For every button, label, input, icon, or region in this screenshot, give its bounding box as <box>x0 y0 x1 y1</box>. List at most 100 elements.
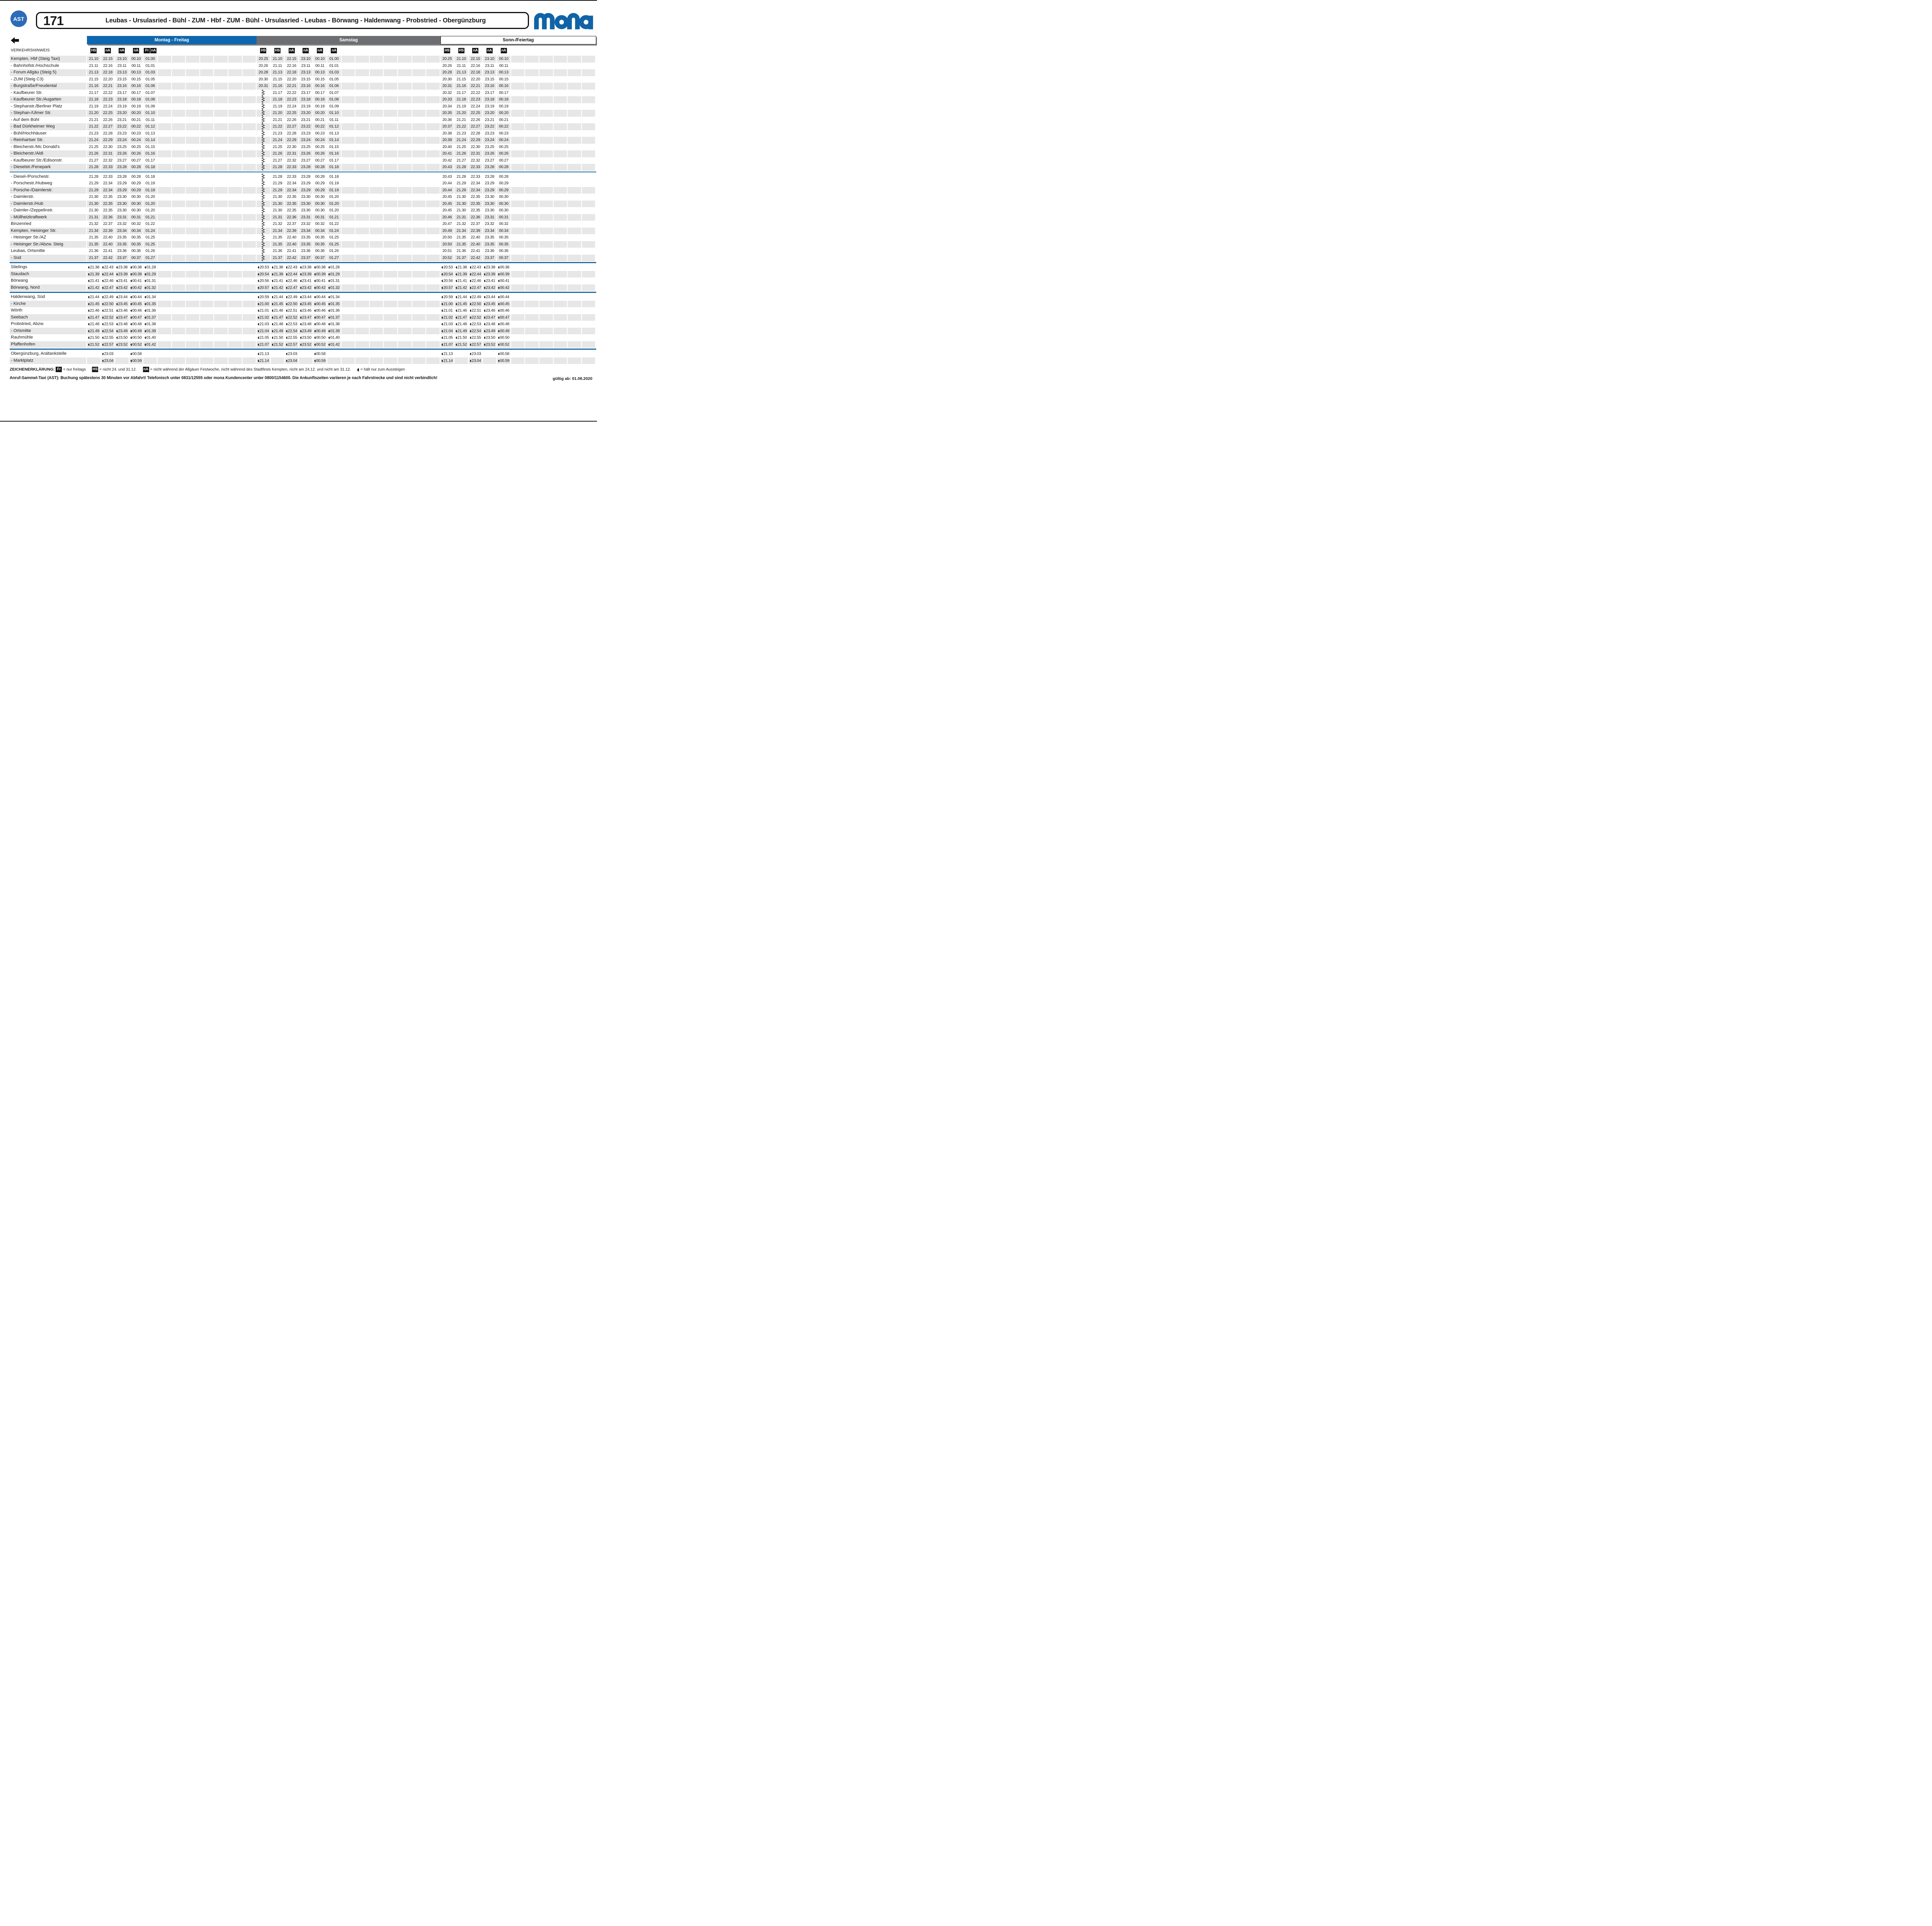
time-cell <box>355 63 370 70</box>
time-cell: 22.32 <box>469 157 483 164</box>
time-cell: ◖22.49 <box>469 294 483 301</box>
time-cell <box>384 110 398 117</box>
time-cell: 23.13 <box>299 69 313 76</box>
time-cell: ◖21.42 <box>271 284 285 291</box>
time-cell <box>412 144 427 151</box>
time-cell: 21.25 <box>271 144 285 151</box>
exit-only-icon: ◖ <box>314 295 316 299</box>
time-cell <box>158 69 172 76</box>
badge-cell <box>370 48 384 54</box>
time-cell: 00.10 <box>497 56 511 63</box>
time-cell <box>115 357 129 364</box>
time-cell: 00.29 <box>313 180 328 187</box>
time-cell <box>299 357 313 364</box>
time-cell <box>214 214 228 221</box>
time-cell <box>172 214 186 221</box>
time-cell: ◖00.48 <box>313 321 328 328</box>
time-cell: 01.22 <box>143 221 158 228</box>
stop-name: - Süd <box>10 255 87 262</box>
stop-name: - Stephanstr./Berliner Platz <box>10 103 87 110</box>
time-cell <box>398 63 412 70</box>
time-cell <box>228 328 243 335</box>
stop-name: - Porsche-/Daimlerstr. <box>10 187 87 194</box>
time-cell <box>412 130 427 137</box>
exit-only-icon: ◖ <box>470 329 471 333</box>
exit-only-icon: ◖ <box>102 359 104 362</box>
time-cell: ◖23.50 <box>299 334 313 341</box>
time-cell <box>568 314 582 321</box>
time-cell <box>186 117 200 124</box>
time-cell <box>525 271 539 278</box>
legend-item-na: nA = nicht während der Allgäuer Festwoch… <box>143 367 351 372</box>
time-cell: 21.37 <box>87 255 101 262</box>
time-cell: 01.24 <box>143 228 158 235</box>
time-cell <box>582 194 596 201</box>
time-cell <box>186 123 200 130</box>
time-cell <box>214 255 228 262</box>
time-cell: 21.10 <box>271 56 285 63</box>
exit-only-icon: ◖ <box>442 359 443 362</box>
time-cell <box>511 321 526 328</box>
time-cell <box>568 248 582 255</box>
stop-row: Stielings◖21.38◖22.43◖23.38◖00.38◖01.28◖… <box>10 264 596 271</box>
time-cell <box>384 228 398 235</box>
time-cell <box>426 137 440 144</box>
time-cell <box>342 174 356 180</box>
time-cell: 23.29 <box>483 187 497 194</box>
time-cell <box>568 117 582 124</box>
time-cell <box>511 83 526 90</box>
time-cell: 23.23 <box>299 130 313 137</box>
ast-badge: AST <box>10 10 27 27</box>
time-cell: 21.22 <box>454 123 469 130</box>
time-cell <box>355 214 370 221</box>
time-cell: 22.39 <box>101 228 116 235</box>
time-cell <box>228 123 243 130</box>
time-cell: 22.25 <box>469 110 483 117</box>
stop-name: - Dieselstr./Fenepark <box>10 164 87 171</box>
time-cell <box>257 157 271 164</box>
exit-only-icon: ◖ <box>272 309 273 312</box>
stop-row: - Daimler-/Zeppelinstr.21.3022.3523.3000… <box>10 207 596 214</box>
time-cell <box>355 321 370 328</box>
time-cell: 20.26 <box>440 63 455 70</box>
time-cell <box>243 207 257 214</box>
time-cell: 23.24 <box>115 137 129 144</box>
time-cell <box>370 117 384 124</box>
time-cell: ◖21.48 <box>454 321 469 328</box>
time-cell: 22.34 <box>101 187 116 194</box>
time-cell: 00.18 <box>129 96 144 103</box>
time-cell <box>257 241 271 248</box>
exit-only-icon: ◖ <box>328 336 330 339</box>
time-cell <box>200 123 214 130</box>
time-cell <box>398 241 412 248</box>
time-cell <box>426 187 440 194</box>
time-cell <box>582 180 596 187</box>
exit-only-icon: ◖ <box>484 272 485 276</box>
exit-only-icon: ◖ <box>272 336 273 339</box>
time-cell: ◖21.05 <box>257 334 271 341</box>
time-cell <box>342 357 356 364</box>
time-cell: ◖01.37 <box>327 314 342 321</box>
exit-only-icon: ◖ <box>102 309 104 312</box>
exit-only-icon: ◖ <box>300 336 302 339</box>
time-cell: ◖23.41 <box>115 277 129 284</box>
time-cell <box>412 63 427 70</box>
time-cell: 22.15 <box>469 56 483 63</box>
exit-only-icon: ◖ <box>456 272 457 276</box>
time-cell <box>511 221 526 228</box>
time-cell: ◖22.50 <box>285 301 299 308</box>
time-cell: 00.17 <box>497 90 511 97</box>
time-cell <box>214 137 228 144</box>
time-cell <box>398 321 412 328</box>
time-cell: ◖21.38 <box>271 264 285 271</box>
time-cell: ◖00.48 <box>129 321 144 328</box>
time-cell: 23.31 <box>483 214 497 221</box>
time-cell <box>214 328 228 335</box>
time-cell <box>271 357 285 364</box>
time-cell <box>539 284 554 291</box>
exit-only-icon: ◖ <box>314 265 316 269</box>
time-cell: ◖23.50 <box>115 334 129 341</box>
time-cell: 23.36 <box>483 248 497 255</box>
time-cell: 22.29 <box>101 137 116 144</box>
time-cell: 00.18 <box>497 96 511 103</box>
